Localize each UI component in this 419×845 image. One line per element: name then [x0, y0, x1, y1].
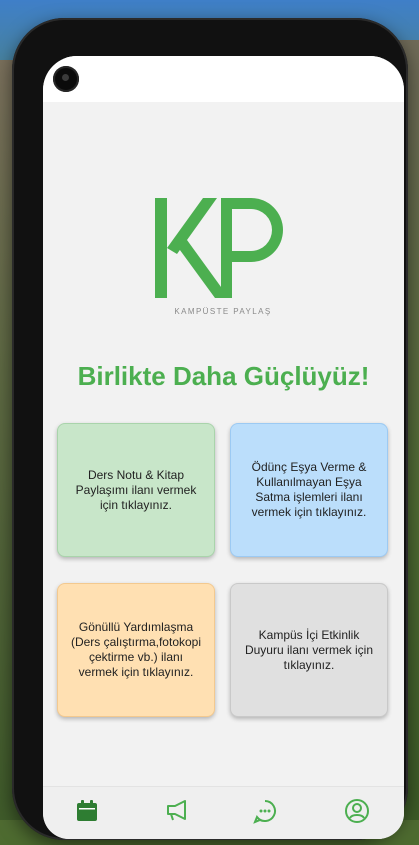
- nav-calendar[interactable]: [73, 797, 101, 825]
- app-screen: KAMPÜSTE PAYLAŞ Birlikte Daha Güçlüyüz! …: [43, 56, 404, 839]
- card-gonullu-yardimlasma[interactable]: Gönüllü Yardımlaşma (Ders çalıştırma,fot…: [57, 583, 215, 717]
- nav-announcements[interactable]: [163, 797, 191, 825]
- front-camera: [53, 66, 79, 92]
- logo-caption: KAMPÜSTE PAYLAŞ: [174, 307, 272, 316]
- megaphone-icon: [167, 800, 186, 821]
- nav-profile[interactable]: [343, 797, 371, 825]
- card-ders-notu-kitap[interactable]: Ders Notu & Kitap Paylaşımı ilanı vermek…: [57, 423, 215, 557]
- card-odunc-esya[interactable]: Ödünç Eşya Verme & Kullanılmayan Eşya Sa…: [230, 423, 388, 557]
- card-text: Ders Notu & Kitap Paylaşımı ilanı vermek…: [75, 467, 197, 512]
- card-kampus-etkinlik[interactable]: Kampüs İçi Etkinlik Duyuru ilanı vermek …: [230, 583, 388, 717]
- bottom-navigation: [43, 786, 404, 839]
- chat-bubble-icon: [253, 800, 276, 824]
- nav-messages[interactable]: [251, 797, 279, 825]
- card-text: Ödünç Eşya Verme & Kullanılmayan Eşya Sa…: [251, 460, 367, 519]
- status-bar: [43, 56, 404, 102]
- card-text: Gönüllü Yardımlaşma (Ders çalıştırma,fot…: [70, 620, 202, 679]
- calendar-icon: [77, 800, 97, 821]
- phone-frame: KAMPÜSTE PAYLAŞ Birlikte Daha Güçlüyüz! …: [12, 18, 408, 840]
- card-text: Kampüs İçi Etkinlik Duyuru ilanı vermek …: [244, 627, 374, 672]
- app-logo: KAMPÜSTE PAYLAŞ: [153, 196, 293, 316]
- page-headline: Birlikte Daha Güçlüyüz!: [77, 361, 370, 391]
- user-circle-icon: [345, 799, 369, 823]
- kp-logo-mark: [155, 198, 283, 298]
